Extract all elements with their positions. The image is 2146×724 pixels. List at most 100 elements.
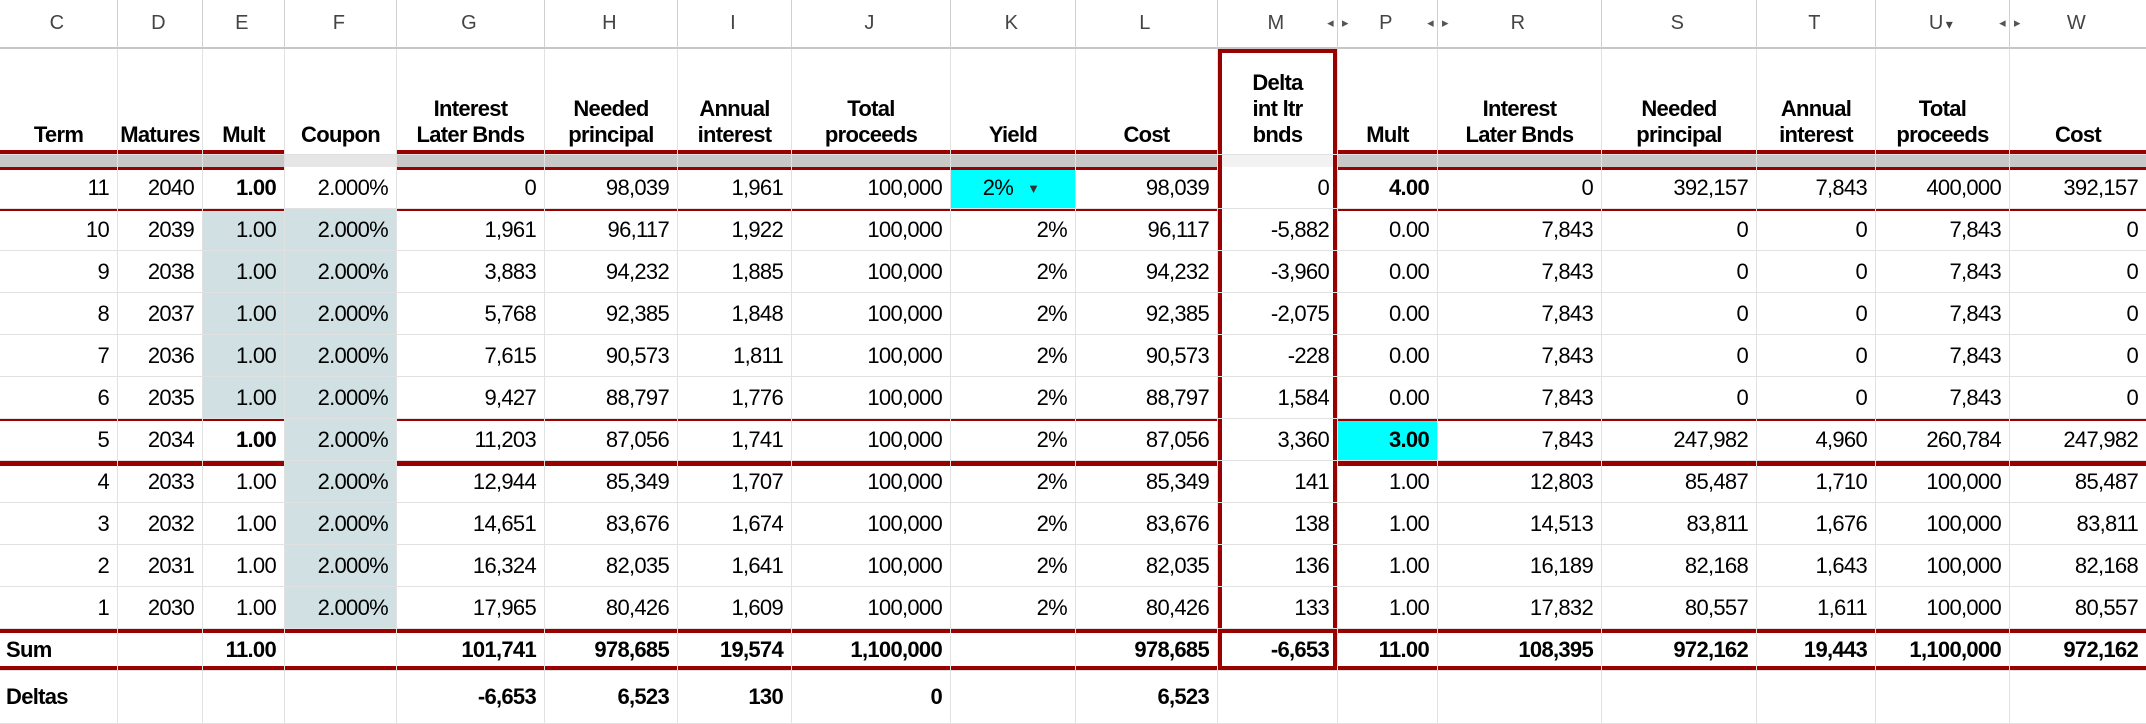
header-cell[interactable]: Needed principal (1602, 49, 1757, 155)
column-header-l[interactable]: L (1076, 0, 1218, 49)
cell-d[interactable] (118, 629, 203, 671)
cell-i[interactable]: 1,641 (678, 545, 792, 587)
cell-s[interactable]: 0 (1602, 251, 1757, 293)
cell-u[interactable]: 100,000 (1876, 587, 2010, 629)
cell-m[interactable]: 1,584 (1218, 377, 1338, 419)
cell-c[interactable]: Sum (0, 629, 118, 671)
cell-g[interactable]: 3,883 (397, 251, 545, 293)
cell-j[interactable]: 1,100,000 (792, 629, 951, 671)
cell-m[interactable]: 0 (1218, 167, 1338, 209)
expand-hidden-columns-right-icon[interactable]: ◂ (1327, 15, 1334, 31)
cell-r[interactable]: 7,843 (1438, 419, 1602, 461)
column-header-c[interactable]: C (0, 0, 118, 49)
cell-t[interactable]: 1,710 (1757, 461, 1876, 503)
cell-w[interactable]: 83,811 (2010, 503, 2146, 545)
cell-t[interactable]: 4,960 (1757, 419, 1876, 461)
cell-h[interactable]: 98,039 (545, 167, 678, 209)
column-header-k[interactable]: K (951, 0, 1076, 49)
cell-p[interactable]: 1.00 (1338, 503, 1438, 545)
cell-t[interactable]: 0 (1757, 293, 1876, 335)
cell-f[interactable]: 2.000% (285, 419, 397, 461)
cell-j[interactable]: 100,000 (792, 251, 951, 293)
cell-h[interactable]: 87,056 (545, 419, 678, 461)
header-cell[interactable]: Total proceeds (792, 49, 951, 155)
cell-w[interactable]: 0 (2010, 209, 2146, 251)
header-cell[interactable]: Interest Later Bnds (1438, 49, 1602, 155)
cell-f[interactable]: 2.000% (285, 461, 397, 503)
cell-d[interactable]: 2040 (118, 167, 203, 209)
cell-s[interactable]: 0 (1602, 209, 1757, 251)
cell-c[interactable]: 9 (0, 251, 118, 293)
cell-h[interactable]: 978,685 (545, 629, 678, 671)
cell-p[interactable]: 11.00 (1338, 629, 1438, 671)
yield-dropdown[interactable]: 2% ▼ (951, 167, 1076, 209)
header-cell[interactable]: Term (0, 49, 118, 155)
cell-f[interactable]: 2.000% (285, 209, 397, 251)
cell-e[interactable]: 1.00 (203, 419, 285, 461)
header-cell[interactable]: Cost (2010, 49, 2146, 155)
cell-t[interactable]: 7,843 (1757, 167, 1876, 209)
column-header-p[interactable]: P ▸ ◂ (1338, 0, 1438, 49)
cell-r[interactable]: 17,832 (1438, 587, 1602, 629)
cell-m[interactable]: 136 (1218, 545, 1338, 587)
cell-s[interactable]: 85,487 (1602, 461, 1757, 503)
cell-c[interactable]: 8 (0, 293, 118, 335)
cell-w[interactable]: 80,557 (2010, 587, 2146, 629)
column-header-e[interactable]: E (203, 0, 285, 49)
cell-h[interactable]: 83,676 (545, 503, 678, 545)
dropdown-arrow-icon[interactable]: ▼ (1027, 181, 1040, 196)
cell-j[interactable]: 100,000 (792, 587, 951, 629)
cell-l[interactable]: 90,573 (1076, 335, 1218, 377)
cell-i[interactable]: 1,811 (678, 335, 792, 377)
cell-d[interactable]: 2038 (118, 251, 203, 293)
cell-c[interactable]: Deltas (0, 671, 118, 724)
cell-r[interactable]: 7,843 (1438, 377, 1602, 419)
cell-k[interactable] (951, 629, 1076, 671)
column-header-d[interactable]: D (118, 0, 203, 49)
cell-h[interactable]: 6,523 (545, 671, 678, 724)
cell-f[interactable]: 2.000% (285, 377, 397, 419)
header-cell[interactable]: Delta int ltr bnds (1218, 49, 1338, 155)
cell-d[interactable]: 2039 (118, 209, 203, 251)
cell-t[interactable]: 0 (1757, 209, 1876, 251)
header-cell[interactable]: Annual interest (678, 49, 792, 155)
cell-j[interactable]: 100,000 (792, 167, 951, 209)
cell-i[interactable]: 1,707 (678, 461, 792, 503)
column-header-u[interactable]: U ▾ ◂ (1876, 0, 2010, 49)
cell-c[interactable]: 1 (0, 587, 118, 629)
cell-d[interactable]: 2033 (118, 461, 203, 503)
cell-s[interactable]: 0 (1602, 293, 1757, 335)
header-cell[interactable]: Mult (1338, 49, 1438, 155)
cell-p[interactable]: 1.00 (1338, 545, 1438, 587)
cell-r[interactable]: 7,843 (1438, 335, 1602, 377)
header-cell[interactable]: Coupon (285, 49, 397, 155)
cell-g[interactable]: 7,615 (397, 335, 545, 377)
cell-i[interactable]: 130 (678, 671, 792, 724)
cell-p[interactable]: 4.00 (1338, 167, 1438, 209)
cell-l[interactable]: 83,676 (1076, 503, 1218, 545)
cell-c[interactable]: 5 (0, 419, 118, 461)
cell-g[interactable]: -6,653 (397, 671, 545, 724)
column-header-h[interactable]: H (545, 0, 678, 49)
cell-h[interactable]: 85,349 (545, 461, 678, 503)
cell-f[interactable] (285, 629, 397, 671)
cell-g[interactable]: 0 (397, 167, 545, 209)
cell-f[interactable]: 2.000% (285, 293, 397, 335)
cell-g[interactable]: 9,427 (397, 377, 545, 419)
cell-u[interactable]: 7,843 (1876, 251, 2010, 293)
cell-r[interactable]: 0 (1438, 167, 1602, 209)
cell-l[interactable]: 96,117 (1076, 209, 1218, 251)
cell-l[interactable]: 98,039 (1076, 167, 1218, 209)
cell-h[interactable]: 92,385 (545, 293, 678, 335)
cell-s[interactable]: 83,811 (1602, 503, 1757, 545)
cell-w[interactable]: 0 (2010, 335, 2146, 377)
cell-u[interactable]: 7,843 (1876, 377, 2010, 419)
cell-e[interactable]: 1.00 (203, 167, 285, 209)
cell-j[interactable]: 100,000 (792, 335, 951, 377)
cell-p[interactable]: 0.00 (1338, 377, 1438, 419)
header-cell[interactable]: Interest Later Bnds (397, 49, 545, 155)
column-header-m[interactable]: M ◂ (1218, 0, 1338, 49)
cell-m[interactable] (1218, 671, 1338, 724)
cell-k[interactable]: 2% (951, 335, 1076, 377)
cell-u[interactable]: 7,843 (1876, 209, 2010, 251)
